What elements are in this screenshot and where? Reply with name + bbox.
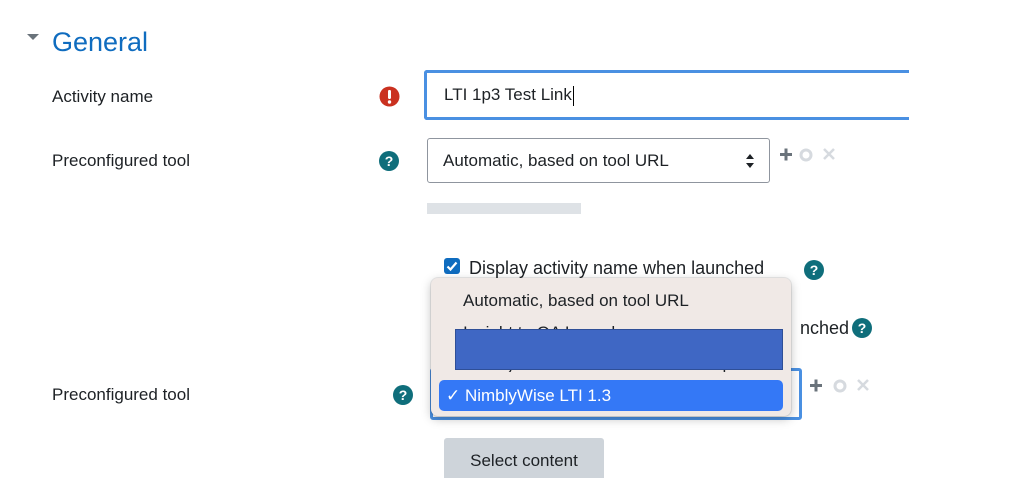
preconfigured-tool-label: Preconfigured tool <box>52 151 190 170</box>
gear-icon <box>833 379 847 393</box>
display-name-label: Display activity name when launched <box>469 258 765 278</box>
chevron-down-icon[interactable] <box>26 30 40 44</box>
add-icon <box>780 148 792 161</box>
activity-name-value: LTI 1p3 Test Link <box>444 85 572 104</box>
preconfigured-tool-select[interactable]: Automatic, based on tool URL <box>427 138 770 183</box>
tool-actions-2 <box>810 379 869 393</box>
tool-actions <box>780 148 835 162</box>
preconfigured-tool-selected: Automatic, based on tool URL <box>443 151 669 170</box>
select-content-button[interactable]: Select content <box>444 438 604 478</box>
launch-checkbox-label: nched <box>800 318 850 338</box>
placeholder-bar <box>427 203 581 214</box>
dropdown-option-selected[interactable]: ✓ NimblyWise LTI 1.3 <box>439 380 783 411</box>
help-icon[interactable]: ? <box>804 260 824 280</box>
svg-text:?: ? <box>810 262 819 278</box>
add-icon <box>810 379 822 392</box>
display-name-checkbox[interactable] <box>444 258 460 274</box>
close-icon <box>857 379 869 391</box>
dropdown-option[interactable]: Automatic, based on tool URL <box>463 290 689 312</box>
close-icon <box>823 148 835 160</box>
help-icon[interactable]: ? <box>852 318 872 338</box>
check-icon <box>446 261 458 272</box>
text-caret <box>572 85 574 106</box>
svg-text:?: ? <box>399 387 408 403</box>
redaction-box <box>455 329 783 370</box>
help-icon[interactable]: ? <box>379 151 399 171</box>
section-title[interactable]: General <box>52 24 148 60</box>
required-icon <box>379 86 400 107</box>
svg-text:?: ? <box>858 320 867 336</box>
gear-icon <box>799 148 813 162</box>
preconfigured-tool-label-2: Preconfigured tool <box>52 385 190 404</box>
activity-name-input[interactable]: LTI 1p3 Test Link <box>424 70 909 120</box>
help-icon[interactable]: ? <box>393 385 413 405</box>
svg-text:?: ? <box>385 153 394 169</box>
activity-name-label: Activity name <box>52 87 154 106</box>
select-arrows-icon <box>746 154 754 168</box>
